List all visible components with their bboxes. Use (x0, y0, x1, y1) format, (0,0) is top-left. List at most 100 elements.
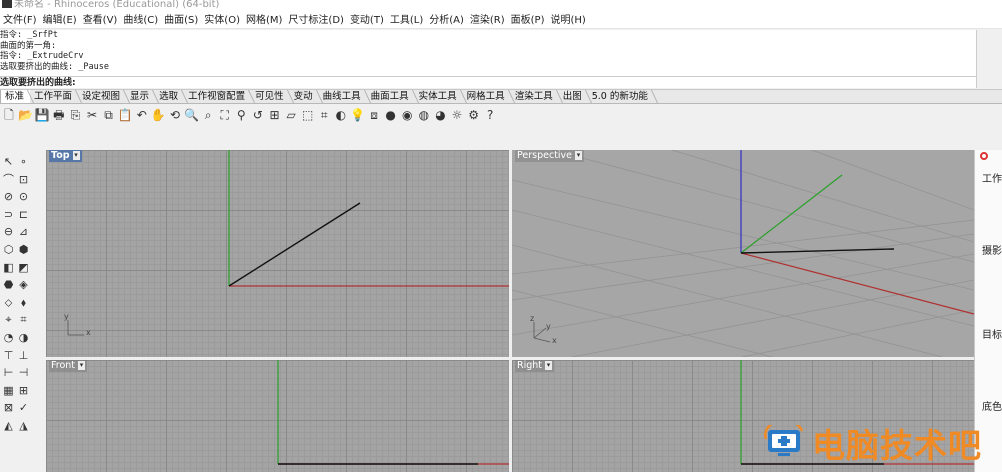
left-tool-22-icon[interactable]: ⊤ (1, 348, 16, 363)
zoom-extents-icon[interactable]: ⛶ (217, 107, 233, 123)
left-tool-3-icon[interactable]: ⊡ (16, 172, 31, 187)
rotate-view-icon[interactable]: ⟲ (167, 107, 183, 123)
color-icon[interactable]: ● (383, 107, 399, 123)
viewport-right-label[interactable]: Right ▾ (515, 360, 555, 372)
toolbar-tab-12[interactable]: 渲染工具 (511, 90, 559, 103)
open-icon[interactable]: 📂 (18, 107, 34, 123)
viewport-splitter-vertical[interactable] (509, 150, 512, 472)
menu-item-5[interactable]: 实体(O) (201, 13, 243, 28)
menu-item-8[interactable]: 变动(T) (347, 13, 387, 28)
zoom-window-icon[interactable]: ⌕ (200, 107, 216, 123)
panel-tab-icon[interactable] (980, 152, 988, 160)
viewport-perspective[interactable]: x y z Perspective ▾ (512, 150, 974, 357)
toolbar-tab-9[interactable]: 曲面工具 (367, 90, 415, 103)
left-tool-11-icon[interactable]: ⬢ (16, 242, 31, 257)
light-icon[interactable]: 💡 (349, 107, 365, 123)
left-tool-30-icon[interactable]: ◭ (1, 418, 16, 433)
material-icon[interactable]: ◕ (432, 107, 448, 123)
chevron-down-icon[interactable]: ▾ (72, 151, 80, 160)
left-tool-26-icon[interactable]: ▦ (1, 383, 16, 398)
menu-item-2[interactable]: 查看(V) (80, 13, 121, 28)
toolbar-tab-7[interactable]: 变动 (290, 90, 319, 103)
toolbar-tab-2[interactable]: 设定视图 (78, 90, 126, 103)
viewport-top[interactable]: x y Top ▾ (46, 150, 509, 357)
menu-item-7[interactable]: 尺寸标注(D) (285, 13, 347, 28)
left-tool-17-icon[interactable]: ⬧ (16, 295, 31, 310)
left-tool-25-icon[interactable]: ⊣ (16, 365, 31, 380)
menu-item-1[interactable]: 编辑(E) (40, 13, 80, 28)
paste-icon[interactable]: 📋 (117, 107, 133, 123)
left-tool-6-icon[interactable]: ⊃ (1, 207, 16, 222)
left-tool-0-icon[interactable]: ↖ (1, 154, 16, 169)
render-icon[interactable]: ◍ (416, 107, 432, 123)
toolbar-tab-11[interactable]: 网格工具 (463, 90, 511, 103)
rendered-sphere-icon[interactable]: ◉ (399, 107, 415, 123)
help-icon[interactable]: ? (482, 107, 498, 123)
viewport-perspective-label[interactable]: Perspective ▾ (515, 150, 585, 162)
undo-icon[interactable]: ↶ (134, 107, 150, 123)
select-icon[interactable]: ⬚ (300, 107, 316, 123)
grid-snap-icon[interactable]: ⌗ (316, 107, 332, 123)
left-tool-16-icon[interactable]: ⬦ (1, 295, 16, 310)
left-tool-28-icon[interactable]: ⊠ (1, 400, 16, 415)
left-tool-20-icon[interactable]: ◔ (1, 330, 16, 345)
left-tool-23-icon[interactable]: ⊥ (16, 348, 31, 363)
left-tool-1-icon[interactable]: ∘ (16, 154, 31, 169)
left-tool-29-icon[interactable]: ✓ (16, 400, 31, 415)
toolbar-tab-3[interactable]: 显示 (126, 90, 155, 103)
left-tool-5-icon[interactable]: ⊙ (16, 189, 31, 204)
menu-item-11[interactable]: 渲染(R) (467, 13, 508, 28)
pan-icon[interactable]: ✋ (150, 107, 166, 123)
left-tool-2-icon[interactable]: ⌒ (1, 172, 16, 187)
left-tool-8-icon[interactable]: ⊖ (1, 224, 16, 239)
chevron-down-icon[interactable]: ▾ (78, 361, 86, 370)
shade-icon[interactable]: ◐ (333, 107, 349, 123)
left-tool-10-icon[interactable]: ⬡ (1, 242, 16, 257)
four-viewports-icon[interactable]: ⊞ (267, 107, 283, 123)
chevron-down-icon[interactable]: ▾ (545, 361, 553, 370)
toolbar-tab-8[interactable]: 曲线工具 (319, 90, 367, 103)
menu-item-6[interactable]: 网格(M) (243, 13, 285, 28)
left-tool-18-icon[interactable]: ⌖ (1, 312, 16, 327)
left-tool-7-icon[interactable]: ⊏ (16, 207, 31, 222)
toolbar-tab-1[interactable]: 工作平面 (30, 90, 78, 103)
import-icon[interactable]: ⎘ (67, 107, 83, 123)
viewport-front[interactable]: Front ▾ (46, 360, 509, 472)
zoom-icon[interactable]: 🔍 (184, 107, 200, 123)
toolbar-tab-13[interactable]: 出图 (559, 90, 588, 103)
new-icon[interactable]: 🗋 (1, 107, 17, 123)
toolbar-tab-6[interactable]: 可见性 (251, 90, 290, 103)
viewport-front-label[interactable]: Front ▾ (49, 360, 88, 372)
print-icon[interactable]: 🖶 (51, 107, 67, 123)
menu-item-3[interactable]: 曲线(C) (120, 13, 161, 28)
menu-item-13[interactable]: 说明(H) (548, 13, 589, 28)
left-tool-13-icon[interactable]: ◩ (16, 260, 31, 275)
toolbar-tab-4[interactable]: 选取 (155, 90, 184, 103)
copy-icon[interactable]: ⧉ (101, 107, 117, 123)
left-tool-21-icon[interactable]: ◑ (16, 330, 31, 345)
left-tool-15-icon[interactable]: ◈ (16, 277, 31, 292)
left-tool-9-icon[interactable]: ⊿ (16, 224, 31, 239)
save-icon[interactable]: 💾 (34, 107, 50, 123)
construction-plane-icon[interactable]: ▱ (283, 107, 299, 123)
command-prompt[interactable]: 选取要挤出的曲线: (0, 76, 976, 88)
undo-view-icon[interactable]: ↺ (250, 107, 266, 123)
left-tool-27-icon[interactable]: ⊞ (16, 383, 31, 398)
toolbar-tab-5[interactable]: 工作视窗配置 (184, 90, 251, 103)
menu-item-9[interactable]: 工具(L) (387, 13, 426, 28)
left-tool-19-icon[interactable]: ⌗ (16, 312, 31, 327)
left-tool-12-icon[interactable]: ◧ (1, 260, 16, 275)
layer-icon[interactable]: ⧈ (366, 107, 382, 123)
zoom-selected-icon[interactable]: ⚲ (233, 107, 249, 123)
viewport-top-label[interactable]: Top ▾ (49, 150, 82, 162)
menu-item-0[interactable]: 文件(F) (0, 13, 40, 28)
chevron-down-icon[interactable]: ▾ (575, 151, 583, 160)
options-icon[interactable]: ⚙ (466, 107, 482, 123)
menu-item-10[interactable]: 分析(A) (426, 13, 467, 28)
toolbar-tab-10[interactable]: 实体工具 (415, 90, 463, 103)
left-tool-4-icon[interactable]: ⊘ (1, 189, 16, 204)
menu-item-4[interactable]: 曲面(S) (161, 13, 201, 28)
left-tool-14-icon[interactable]: ⬣ (1, 277, 16, 292)
left-tool-31-icon[interactable]: ◮ (16, 418, 31, 433)
sun-icon[interactable]: ☼ (449, 107, 465, 123)
